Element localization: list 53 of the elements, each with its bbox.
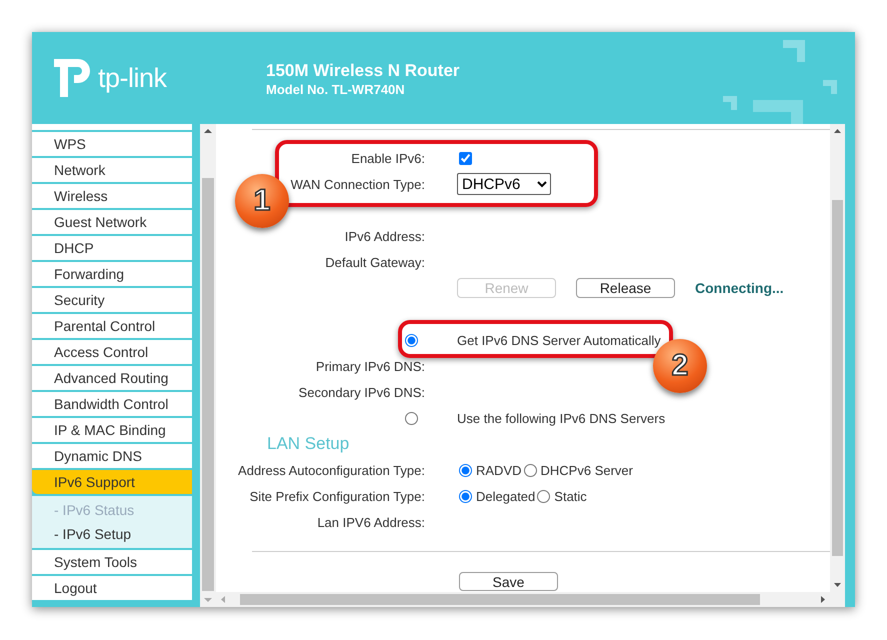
submenu-item[interactable]: - IPv6 Setup [32,522,192,546]
menu-item[interactable]: Security [32,288,192,312]
save-button[interactable]: Save [459,572,558,591]
enable-checkbox[interactable] [459,152,472,164]
field-label: IPv6 Address: [344,228,425,244]
menu-item[interactable]: Network [32,158,192,182]
field-label: Secondary IPv6 DNS: [298,384,425,400]
radio-button[interactable] [405,334,418,346]
radio-button[interactable] [537,490,550,502]
menu-item[interactable]: Guest Network [32,210,192,234]
radio-button[interactable] [524,464,537,476]
step-number: 1 [235,174,289,228]
field-label: Default Gateway: [325,254,425,270]
menu-item[interactable]: WPS [32,132,192,156]
menu-item[interactable]: Forwarding [32,262,192,286]
menu-item[interactable]: IPv6 Support [32,470,192,494]
action-button[interactable]: Release [576,278,675,298]
field-label: Address Autoconfiguration Type: [238,462,425,478]
menu-item[interactable]: Access Control [32,340,192,364]
model-number: Model No. TL-WR740N [266,82,406,96]
menu-item[interactable]: Dynamic DNS [32,444,192,468]
radio-button[interactable] [459,464,472,476]
field-label: WAN Connection Type: [290,176,425,192]
radio-label: Use the following IPv6 DNS Servers [457,410,666,426]
section-heading: LAN Setup [266,434,350,454]
scrollbar[interactable] [830,124,845,592]
radio-label: Delegated [476,488,536,504]
field-label: Site Prefix Configuration Type: [250,488,425,504]
radio-button[interactable] [459,490,472,502]
field-label: Enable IPv6: [351,150,425,166]
menu-item[interactable]: Bandwidth Control [32,392,192,416]
router-title: 150M Wireless N Router [266,60,460,82]
menu-item[interactable]: System Tools [32,550,192,574]
radio-label: Get IPv6 DNS Server Automatically [457,332,661,348]
scrollbar-thumb[interactable] [202,178,214,591]
radio-button[interactable] [405,412,418,424]
menu-item[interactable]: DHCP [32,236,192,260]
connection-status: Connecting... [695,280,784,296]
scrollbar-thumb[interactable] [240,594,760,605]
menu-item[interactable]: Wireless [32,184,192,208]
menu-item[interactable]: Logout [32,576,192,600]
field-label: Primary IPv6 DNS: [316,358,425,374]
field-label: Lan IPV6 Address: [317,514,425,530]
radio-label: DHCPv6 Server [540,462,633,478]
menu-item[interactable]: IP & MAC Binding [32,418,192,442]
brand-name: tp-link [98,62,167,94]
menu-item[interactable]: Advanced Routing [32,366,192,390]
connection-type-dropdown[interactable]: DHCPv6 [457,173,551,195]
scrollbar-thumb[interactable] [832,200,843,556]
radio-label: Static [554,488,587,504]
menu-item[interactable]: Parental Control [32,314,192,338]
scrollbar[interactable] [200,124,216,607]
radio-label: RADVD [476,462,522,478]
